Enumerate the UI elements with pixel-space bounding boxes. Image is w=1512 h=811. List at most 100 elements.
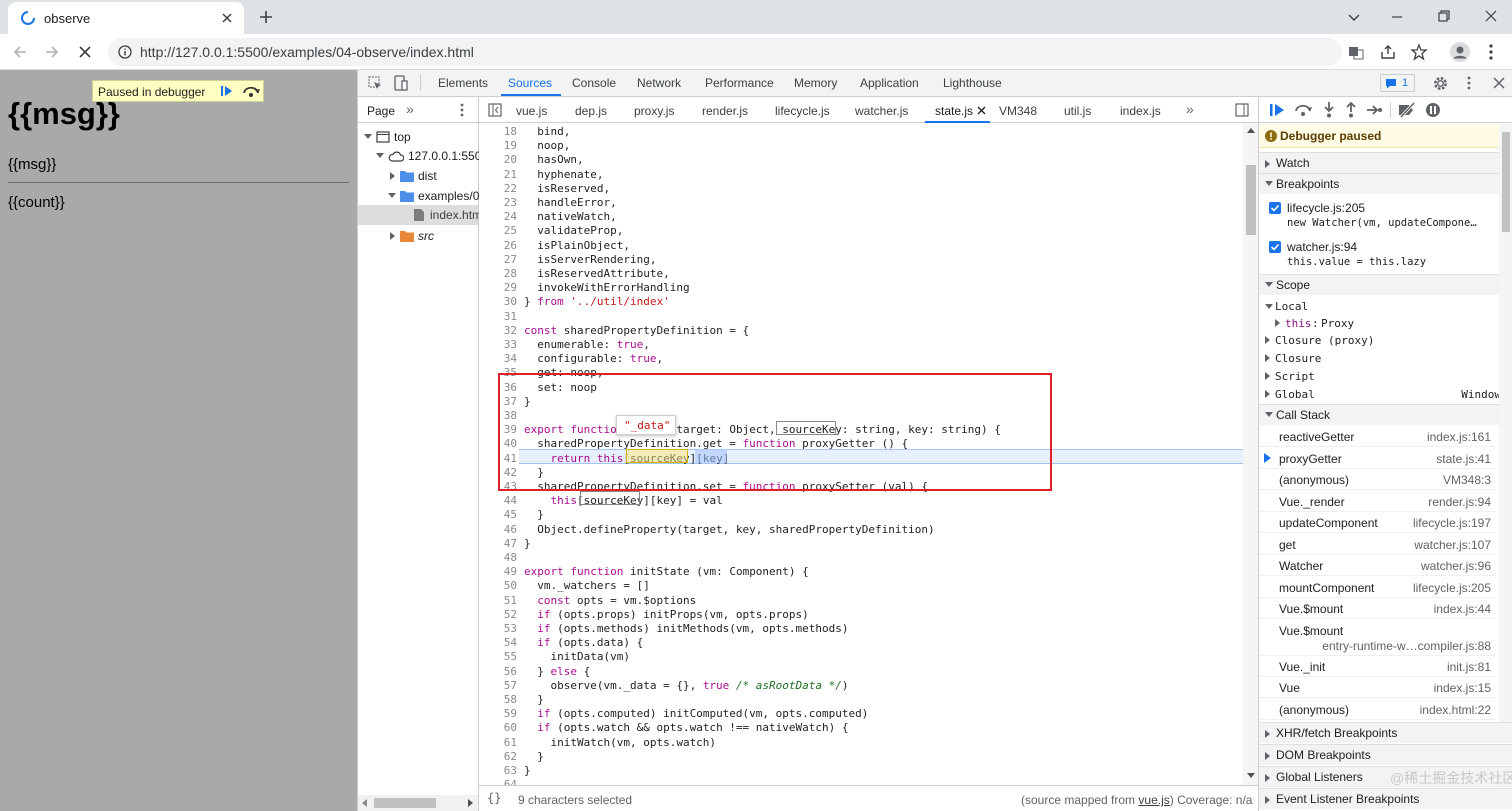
file-tab-util[interactable]: util.js: [1064, 104, 1091, 118]
line-number[interactable]: 63: [479, 764, 517, 778]
line-number[interactable]: 20: [479, 153, 517, 167]
tab-elements[interactable]: Elements: [438, 76, 488, 90]
inspect-element-icon[interactable]: [368, 76, 382, 90]
line-number[interactable]: 52: [479, 608, 517, 622]
line-number[interactable]: 53: [479, 622, 517, 636]
bookmark-star-icon[interactable]: [1410, 43, 1428, 61]
more-tabs-chevron-icon[interactable]: »: [406, 101, 414, 117]
scroll-thumb[interactable]: [1246, 165, 1256, 235]
resume-icon[interactable]: [1269, 103, 1285, 117]
step-out-icon[interactable]: [1345, 101, 1357, 118]
line-number[interactable]: 27: [479, 253, 517, 267]
call-frame[interactable]: Vue.$mount index.js:44: [1259, 598, 1497, 619]
section-xhr-breakpoints[interactable]: XHR/fetch Breakpoints: [1259, 722, 1512, 743]
section-watch[interactable]: Watch: [1259, 152, 1512, 173]
tab-performance[interactable]: Performance: [705, 76, 774, 90]
call-frame-current[interactable]: proxyGetter state.js:41: [1259, 448, 1497, 469]
call-frame[interactable]: mountComponent lifecycle.js:205: [1259, 577, 1497, 598]
toggle-navigator-icon[interactable]: [488, 103, 502, 117]
tab-console[interactable]: Console: [572, 76, 616, 90]
line-number[interactable]: 34: [479, 352, 517, 366]
scroll-up-icon[interactable]: [1247, 128, 1255, 133]
file-tab-vm348[interactable]: VM348: [999, 104, 1037, 118]
line-number[interactable]: 46: [479, 523, 517, 537]
tree-item-index-html[interactable]: index.htm: [358, 205, 482, 225]
breakpoint-checkbox[interactable]: [1269, 202, 1281, 214]
call-frame[interactable]: Vue._init init.js:81: [1259, 656, 1497, 677]
line-number[interactable]: 45: [479, 508, 517, 522]
site-info-icon[interactable]: [118, 45, 132, 59]
scroll-thumb[interactable]: [1502, 132, 1510, 232]
line-number[interactable]: 49: [479, 565, 517, 579]
translate-icon[interactable]: [1348, 45, 1364, 61]
tab-memory[interactable]: Memory: [794, 76, 837, 90]
tab-network[interactable]: Network: [637, 76, 681, 90]
section-dom-breakpoints[interactable]: DOM Breakpoints: [1259, 744, 1512, 765]
file-tab-lifecycle[interactable]: lifecycle.js: [775, 104, 830, 118]
file-tab-proxy[interactable]: proxy.js: [634, 104, 674, 118]
scroll-right-icon[interactable]: [468, 799, 473, 807]
file-tab-dep[interactable]: dep.js: [575, 104, 607, 118]
overlay-step-over-icon[interactable]: [242, 84, 260, 98]
line-number[interactable]: 64: [479, 778, 517, 785]
line-number[interactable]: 32: [479, 324, 517, 338]
file-tab-index[interactable]: index.js: [1120, 104, 1161, 118]
call-frame[interactable]: (anonymous) index.html:22: [1259, 699, 1497, 720]
deactivate-breakpoints-icon[interactable]: [1397, 102, 1417, 118]
line-number[interactable]: 47: [479, 537, 517, 551]
editor-vscrollbar[interactable]: [1243, 123, 1259, 785]
back-icon[interactable]: [12, 44, 28, 60]
call-frame[interactable]: get watcher.js:107: [1259, 534, 1497, 555]
more-files-chevron-icon[interactable]: »: [1186, 101, 1194, 117]
call-frame[interactable]: Vue._render render.js:94: [1259, 491, 1497, 512]
line-number[interactable]: 28: [479, 267, 517, 281]
step-icon[interactable]: [1366, 104, 1382, 116]
tab-search-icon[interactable]: [1347, 10, 1361, 24]
browser-tab[interactable]: observe: [8, 2, 244, 34]
line-number[interactable]: 61: [479, 736, 517, 750]
line-number[interactable]: 51: [479, 594, 517, 608]
step-over-icon[interactable]: [1294, 102, 1312, 117]
close-window-icon[interactable]: [1484, 9, 1498, 23]
call-frame[interactable]: Vue.$mount entry-runtime-w…compiler.js:88: [1259, 620, 1497, 656]
source-map-link[interactable]: vue.js: [1138, 793, 1169, 807]
line-number[interactable]: 55: [479, 650, 517, 664]
line-number[interactable]: 62: [479, 750, 517, 764]
line-number[interactable]: 30: [479, 295, 517, 309]
close-tab-icon[interactable]: [221, 12, 233, 24]
file-tab-render[interactable]: render.js: [702, 104, 748, 118]
line-number[interactable]: 18: [479, 125, 517, 139]
settings-gear-icon[interactable]: [1433, 76, 1448, 91]
tab-lighthouse[interactable]: Lighthouse: [943, 76, 1002, 90]
navigator-tab-page[interactable]: Page: [367, 104, 395, 118]
call-frame[interactable]: Watcher watcher.js:96: [1259, 555, 1497, 576]
browser-menu-icon[interactable]: [1488, 43, 1494, 61]
call-frame[interactable]: updateComponent lifecycle.js:197: [1259, 512, 1497, 533]
scroll-down-icon[interactable]: [1247, 773, 1255, 778]
call-frame[interactable]: reactiveGetter index.js:161: [1259, 426, 1497, 447]
line-number[interactable]: 33: [479, 338, 517, 352]
line-number[interactable]: 57: [479, 679, 517, 693]
line-number[interactable]: 59: [479, 707, 517, 721]
section-scope[interactable]: Scope: [1259, 274, 1512, 295]
breakpoint-checkbox[interactable]: [1269, 241, 1281, 253]
scroll-thumb[interactable]: [374, 798, 436, 808]
restore-icon[interactable]: [1437, 9, 1451, 23]
line-number[interactable]: 23: [479, 196, 517, 210]
step-into-icon[interactable]: [1323, 101, 1335, 118]
code-area[interactable]: 18 bind, 19 noop, 20 hasOwn, 21 hyphenate, 2…: [479, 123, 1243, 785]
line-number[interactable]: 19: [479, 139, 517, 153]
file-tab-vue[interactable]: vue.js: [516, 104, 547, 118]
file-tab-state[interactable]: state.js: [935, 104, 973, 118]
file-tab-watcher[interactable]: watcher.js: [855, 104, 908, 118]
line-number[interactable]: 44: [479, 494, 517, 508]
devtools-menu-icon[interactable]: [1467, 76, 1471, 90]
line-number[interactable]: 26: [479, 239, 517, 253]
line-number[interactable]: 31: [479, 310, 517, 324]
tab-sources[interactable]: Sources: [508, 76, 552, 90]
section-breakpoints[interactable]: Breakpoints: [1259, 173, 1512, 194]
section-event-listener-breakpoints[interactable]: Event Listener Breakpoints: [1259, 788, 1512, 809]
line-number[interactable]: 60: [479, 721, 517, 735]
issues-badge[interactable]: 1: [1380, 74, 1415, 92]
line-number[interactable]: 58: [479, 693, 517, 707]
